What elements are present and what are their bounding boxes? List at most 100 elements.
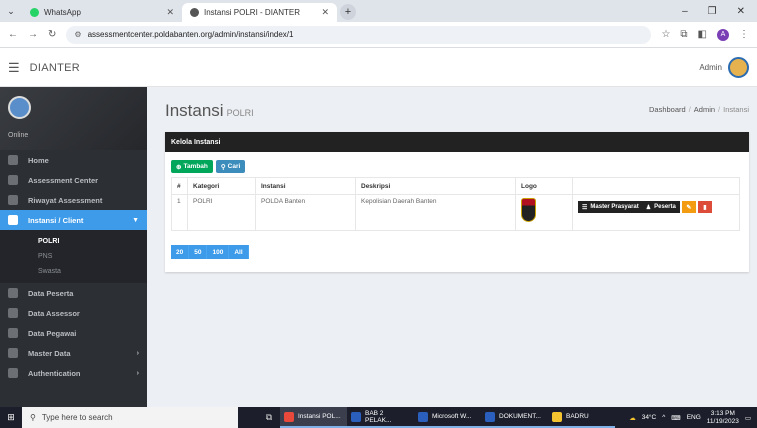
cell-logo <box>515 194 573 231</box>
url-field[interactable]: ⚙ assessmentcenter.poldabanten.org/admin… <box>66 25 652 44</box>
profile-avatar <box>8 96 31 119</box>
history-icon <box>8 195 18 205</box>
search-button-label: Cari <box>227 163 241 170</box>
weather-temp[interactable]: 34°C <box>642 414 657 421</box>
table-header-row: # Kategori Instansi Deskripsi Logo <box>171 177 740 195</box>
taskbar-app-label: BAB 2 PELAK... <box>365 409 392 424</box>
sidebar-item-home[interactable]: Home <box>0 150 147 170</box>
forward-icon[interactable]: → <box>28 29 38 40</box>
sidebar-item-data-assessor[interactable]: Data Assessor <box>0 303 147 323</box>
chevron-up-icon[interactable]: ^ <box>662 414 665 421</box>
page-size-all[interactable]: All <box>229 245 249 259</box>
restore-icon[interactable]: ❐ <box>708 6 717 17</box>
back-icon[interactable]: ← <box>8 29 18 40</box>
taskbar-app-label: BADRU <box>566 413 589 420</box>
new-tab-button[interactable]: + <box>340 4 356 20</box>
user-name[interactable]: Admin <box>699 63 722 72</box>
delete-button[interactable]: ▮ <box>697 201 712 213</box>
windows-taskbar: ⊞ ⚲ Type here to search ⧉ Instansi POL..… <box>0 407 757 428</box>
breadcrumb-dashboard[interactable]: Dashboard <box>649 105 686 114</box>
tab-whatsapp[interactable]: WhatsApp ✕ <box>22 3 182 22</box>
system-tray: ☁ 34°C ^ ⌨ ENG 3:13 PM 11/19/2023 ▭ <box>629 410 757 426</box>
taskbar-app-word[interactable]: Microsoft W... <box>414 407 481 428</box>
taskbar-app-chrome[interactable]: Instansi POL... <box>280 407 347 428</box>
sidebar-item-data-pegawai[interactable]: Data Pegawai <box>0 323 147 343</box>
cell-deskripsi: Kepolisian Daerah Banten <box>355 194 516 231</box>
polri-logo <box>521 198 536 222</box>
lock-icon <box>8 368 18 378</box>
submenu-item-pns[interactable]: PNS <box>0 249 147 264</box>
clock-time: 3:13 PM <box>710 409 735 417</box>
profile-avatar[interactable]: A <box>717 28 729 41</box>
taskbar-app-folder[interactable]: BADRU <box>548 407 615 428</box>
col-logo: Logo <box>515 177 573 195</box>
reload-icon[interactable]: ↻ <box>48 29 56 40</box>
sidebar-item-label: Master Data <box>28 348 71 358</box>
taskbar-app-word[interactable]: BAB 2 PELAK... <box>347 407 414 428</box>
add-button[interactable]: ⊕ Tambah <box>171 160 213 173</box>
sidebar-item-riwayat-assessment[interactable]: Riwayat Assessment <box>0 190 147 210</box>
page-size-20[interactable]: 20 <box>171 245 190 259</box>
browser-menu-icon[interactable]: ⋮ <box>739 29 749 40</box>
site-info-icon[interactable]: ⚙ <box>74 30 81 39</box>
hamburger-menu-icon[interactable]: ☰ <box>8 60 20 76</box>
folder-icon <box>552 411 562 422</box>
page-size-100[interactable]: 100 <box>207 245 230 259</box>
page-size-selector: 20 50 100 All <box>171 245 249 259</box>
close-tab-icon[interactable]: ✕ <box>321 7 329 18</box>
sidebar-item-authentication[interactable]: Authentication › <box>0 363 147 383</box>
word-icon <box>485 411 495 422</box>
cell-kategori: POLRI <box>187 194 256 231</box>
sidepanel-icon[interactable]: ◧ <box>698 29 707 40</box>
user-icon <box>8 308 18 318</box>
sidebar-item-label: Assessment Center <box>28 175 99 185</box>
breadcrumb-admin[interactable]: Admin <box>694 105 715 114</box>
add-button-label: Tambah <box>183 163 208 170</box>
sidebar: Online Home Assessment Center Riwayat As… <box>0 87 147 407</box>
submenu-item-polri[interactable]: POLRI <box>0 234 147 249</box>
minimize-icon[interactable]: – <box>682 6 688 17</box>
master-prasyarat-button[interactable]: ☰ Master Prasyarat ♟ Peserta <box>578 201 680 213</box>
page-size-50[interactable]: 50 <box>189 245 208 259</box>
building-icon <box>8 215 18 225</box>
breadcrumb-current: Instansi <box>723 105 749 114</box>
bookmark-star-icon[interactable]: ☆ <box>661 29 670 40</box>
tab-label: Instansi POLRI - DIANTER <box>204 8 301 17</box>
notification-icon[interactable]: ▭ <box>745 414 751 422</box>
sidebar-item-label: Data Pegawai <box>28 328 77 338</box>
sidebar-item-data-peserta[interactable]: Data Peserta <box>0 283 147 303</box>
word-icon <box>418 411 428 422</box>
windows-start-icon[interactable]: ⊞ <box>0 407 22 428</box>
task-view-icon[interactable]: ⧉ <box>258 412 280 423</box>
page-title-text: Instansi <box>165 101 224 120</box>
taskbar-search[interactable]: ⚲ Type here to search <box>22 407 238 428</box>
cell-actions: ☰ Master Prasyarat ♟ Peserta ✎ ▮ <box>572 194 740 231</box>
assessment-icon <box>8 175 18 185</box>
tab-search-icon[interactable]: ⌄ <box>0 6 22 22</box>
taskbar-app-label: DOKUMENT... <box>499 413 541 420</box>
col-kategori: Kategori <box>187 177 256 195</box>
col-number: # <box>171 177 188 195</box>
breadcrumb: Dashboard / Admin / Instansi <box>648 105 749 114</box>
language-indicator[interactable]: ENG <box>687 414 701 421</box>
close-tab-icon[interactable]: ✕ <box>166 7 174 18</box>
clock[interactable]: 3:13 PM 11/19/2023 <box>707 410 739 426</box>
taskbar-app-label: Instansi POL... <box>298 413 341 420</box>
taskbar-app-word[interactable]: DOKUMENT... <box>481 407 548 428</box>
users-icon <box>8 288 18 298</box>
search-button[interactable]: ⚲ Cari <box>215 160 246 173</box>
close-window-icon[interactable]: ✕ <box>737 6 745 17</box>
keyboard-icon[interactable]: ⌨ <box>671 414 680 422</box>
submenu-item-swasta[interactable]: Swasta <box>0 264 147 279</box>
user-avatar[interactable] <box>728 57 749 78</box>
sidebar-item-master-data[interactable]: Master Data › <box>0 343 147 363</box>
sidebar-item-assessment-center[interactable]: Assessment Center <box>0 170 147 190</box>
word-icon <box>351 411 361 422</box>
search-icon: ⚲ <box>220 163 226 171</box>
sidebar-item-instansi[interactable]: Instansi / Client ▼ <box>0 210 147 230</box>
browser-tab-bar: ⌄ WhatsApp ✕ Instansi POLRI - DIANTER ✕ … <box>0 0 757 22</box>
app-header: ☰ DIANTER Admin <box>0 49 757 87</box>
extensions-icon[interactable]: ⧉ <box>680 29 687 40</box>
edit-button[interactable]: ✎ <box>681 201 696 213</box>
tab-instansi[interactable]: Instansi POLRI - DIANTER ✕ <box>182 3 337 22</box>
